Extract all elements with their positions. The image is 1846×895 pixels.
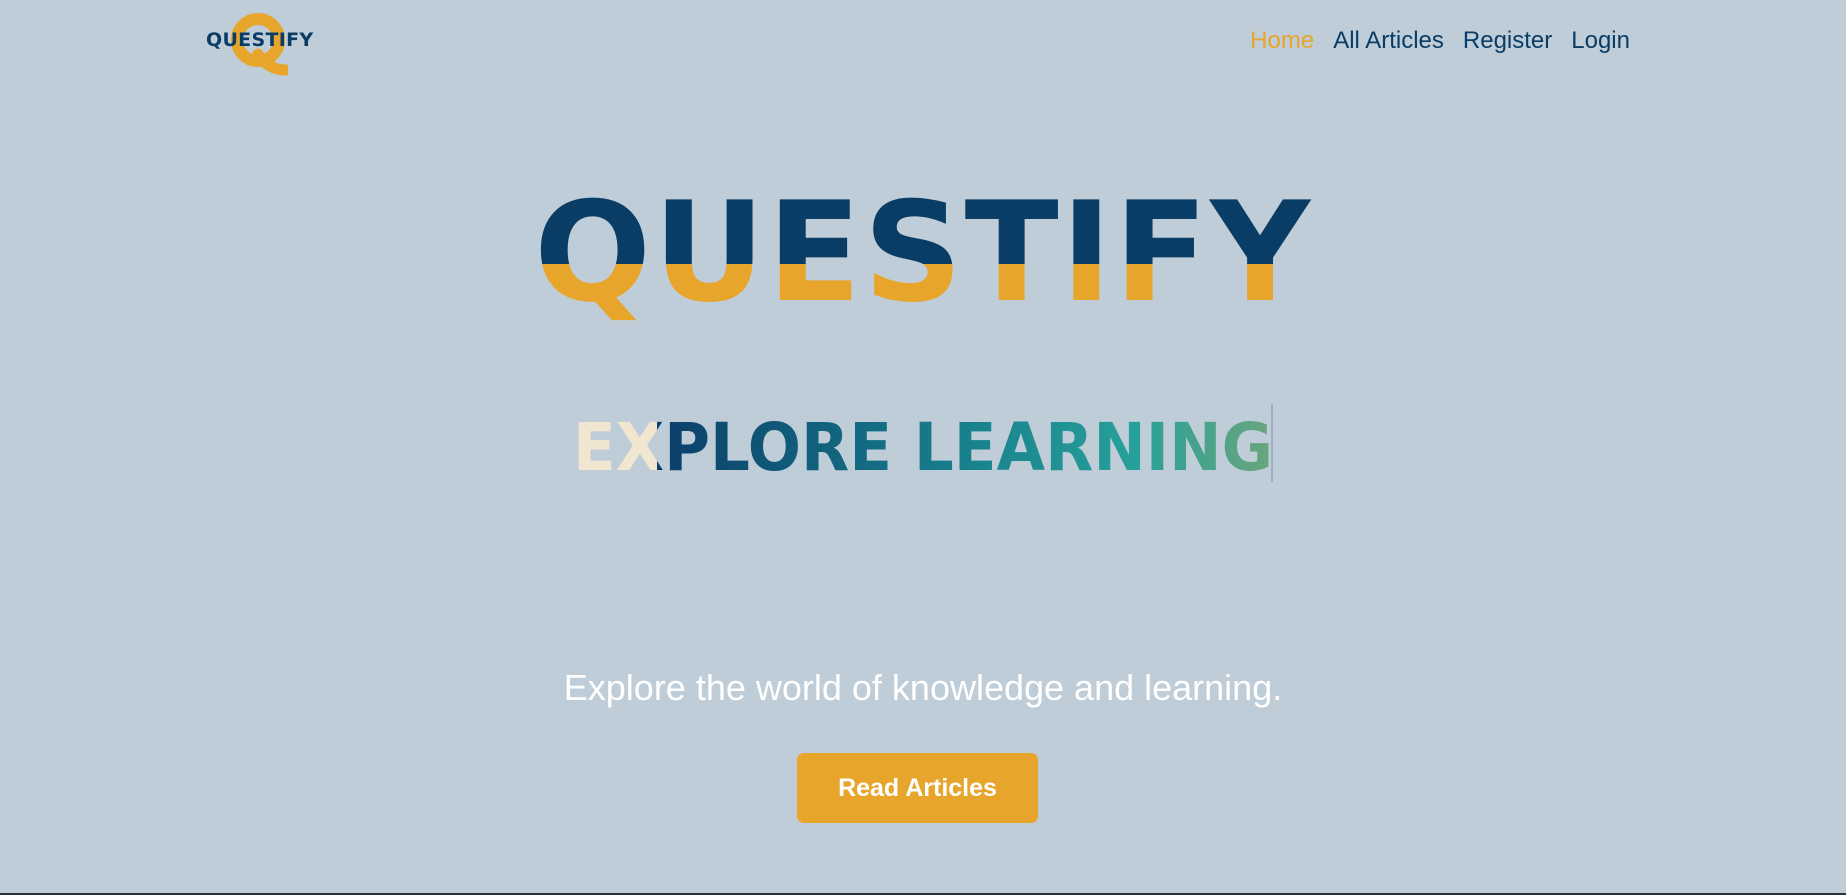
main-nav: Home All Articles Register Login [1250,26,1630,56]
read-articles-button[interactable]: Read Articles [797,753,1038,823]
site-header: QUESTIFY Home All Articles Register Logi… [0,0,1846,85]
logo-text: QUESTIFY [206,29,314,51]
typed-subtitle: EXPLORE LEARNING [0,400,1846,490]
typing-caret [1271,404,1273,482]
typed-subtitle-text: EXPLORE LEARNING [573,409,1273,486]
nav-link-register[interactable]: Register [1463,26,1552,56]
hero-title-graphic: QUESTIFY [534,172,1312,330]
hero-title: QUESTIFY [0,170,1846,330]
nav-link-home[interactable]: Home [1250,26,1314,56]
hero-title-text: QUESTIFY [534,172,1312,330]
nav-link-all-articles[interactable]: All Articles [1333,26,1444,56]
questify-logo[interactable]: QUESTIFY [206,8,313,76]
nav-link-login[interactable]: Login [1571,26,1630,56]
hero-tagline: Explore the world of knowledge and learn… [563,667,1283,708]
typed-subtitle-graphic: EXPLORE LEARNING [573,409,1273,486]
